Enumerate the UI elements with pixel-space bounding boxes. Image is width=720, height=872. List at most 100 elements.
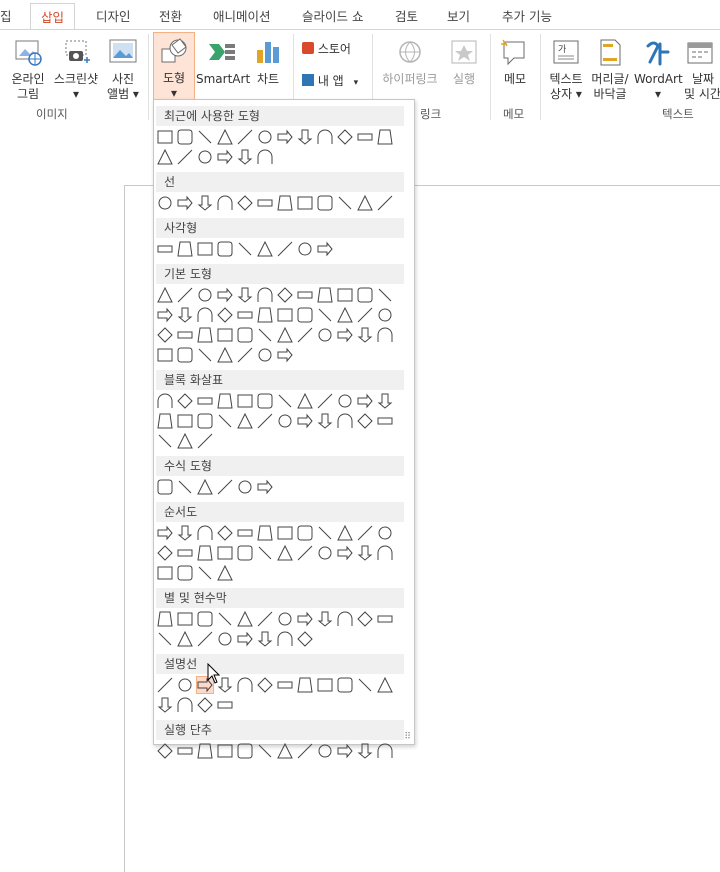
shape-option-icon[interactable] [277, 525, 293, 541]
shape-option-icon[interactable] [237, 525, 253, 541]
shape-option-icon[interactable] [357, 413, 373, 429]
shape-option-icon[interactable] [297, 195, 313, 211]
tab-home[interactable]: 집 [0, 6, 12, 25]
shape-option-icon[interactable] [257, 149, 273, 165]
shape-option-icon[interactable] [157, 393, 173, 409]
shape-option-icon[interactable] [297, 241, 313, 257]
shape-option-icon[interactable] [377, 327, 393, 343]
shape-option-icon[interactable] [217, 565, 233, 581]
shape-option-icon[interactable] [377, 743, 393, 759]
shape-option-icon[interactable] [357, 525, 373, 541]
tab-slideshow[interactable]: 슬라이드 쇼 [302, 6, 363, 25]
shape-option-icon[interactable] [197, 611, 213, 627]
shape-option-icon[interactable] [157, 631, 173, 647]
shape-option-icon[interactable] [237, 413, 253, 429]
shape-option-icon[interactable] [237, 241, 253, 257]
shape-option-icon[interactable] [177, 479, 193, 495]
shape-option-icon[interactable] [357, 195, 373, 211]
shape-option-icon[interactable] [177, 149, 193, 165]
shape-option-icon[interactable] [297, 307, 313, 323]
shape-option-icon[interactable] [257, 611, 273, 627]
shape-option-icon[interactable] [157, 327, 173, 343]
shape-option-icon[interactable] [277, 631, 293, 647]
shape-option-icon[interactable] [157, 611, 173, 627]
shape-option-icon[interactable] [317, 545, 333, 561]
action-button[interactable]: 실행 [444, 38, 484, 87]
shape-option-icon[interactable] [177, 195, 193, 211]
shape-option-icon[interactable] [177, 347, 193, 363]
shape-option-icon[interactable] [197, 347, 213, 363]
shape-option-icon[interactable] [257, 307, 273, 323]
shape-option-icon[interactable] [177, 327, 193, 343]
online-pictures-button[interactable]: 온라인 그림 [6, 38, 50, 102]
shape-option-icon[interactable] [377, 393, 393, 409]
smartart-button[interactable]: SmartArt [196, 38, 250, 87]
tab-review[interactable]: 검토 [395, 6, 418, 25]
shape-option-icon[interactable] [157, 525, 173, 541]
shape-option-icon[interactable] [277, 129, 293, 145]
shape-option-icon[interactable] [177, 525, 193, 541]
shape-option-icon[interactable] [217, 393, 233, 409]
shape-option-icon[interactable] [197, 241, 213, 257]
shape-option-icon[interactable] [197, 413, 213, 429]
shape-option-icon[interactable] [257, 393, 273, 409]
shape-option-icon[interactable] [297, 413, 313, 429]
shape-option-icon[interactable] [317, 611, 333, 627]
shape-option-icon[interactable] [217, 545, 233, 561]
shape-option-icon[interactable] [317, 393, 333, 409]
my-apps-button[interactable]: 내 앱 ▾ [302, 74, 368, 91]
shape-option-icon[interactable] [337, 307, 353, 323]
tab-view[interactable]: 보기 [447, 6, 470, 25]
shape-option-icon[interactable] [217, 195, 233, 211]
shape-option-icon[interactable] [177, 545, 193, 561]
shape-option-icon[interactable] [217, 149, 233, 165]
shape-option-icon[interactable] [357, 307, 373, 323]
shape-option-icon[interactable] [257, 631, 273, 647]
shape-option-icon[interactable] [277, 241, 293, 257]
shape-option-icon[interactable] [157, 545, 173, 561]
shape-option-icon[interactable] [337, 525, 353, 541]
shape-option-icon[interactable] [317, 413, 333, 429]
shape-option-icon[interactable] [257, 677, 273, 693]
shape-option-icon[interactable] [297, 287, 313, 303]
store-button[interactable]: 스토어 [302, 42, 362, 57]
tab-transitions[interactable]: 전환 [159, 6, 182, 25]
tab-animations[interactable]: 애니메이션 [213, 6, 271, 25]
shape-option-icon[interactable] [177, 241, 193, 257]
shape-option-icon[interactable] [377, 413, 393, 429]
shape-option-icon[interactable] [237, 743, 253, 759]
shape-option-icon[interactable] [237, 287, 253, 303]
shape-option-icon[interactable] [217, 631, 233, 647]
shape-option-icon[interactable] [177, 677, 193, 693]
shape-option-icon[interactable] [157, 241, 173, 257]
shape-option-icon[interactable] [237, 149, 253, 165]
shape-option-icon[interactable] [177, 631, 193, 647]
shape-option-icon[interactable] [217, 307, 233, 323]
shape-option-icon[interactable] [277, 743, 293, 759]
shape-option-icon[interactable] [157, 347, 173, 363]
shape-option-icon[interactable] [197, 307, 213, 323]
shape-option-icon[interactable] [377, 677, 393, 693]
shape-option-icon[interactable] [237, 677, 253, 693]
shape-option-icon[interactable] [277, 413, 293, 429]
shape-option-icon[interactable] [297, 743, 313, 759]
shape-option-icon[interactable] [377, 611, 393, 627]
screenshot-button[interactable]: 스크린샷 ▾ [50, 38, 102, 102]
shape-option-icon[interactable] [277, 393, 293, 409]
tab-insert[interactable]: 삽입 [30, 3, 76, 30]
shape-option-icon[interactable] [197, 287, 213, 303]
shape-option-icon[interactable] [257, 347, 273, 363]
shape-option-icon[interactable] [157, 433, 173, 449]
shape-option-icon[interactable] [277, 611, 293, 627]
shape-option-icon[interactable] [297, 545, 313, 561]
shape-option-icon[interactable] [197, 479, 213, 495]
shape-option-icon[interactable] [157, 413, 173, 429]
textbox-button[interactable]: 가 텍스트 상자 ▾ [546, 38, 586, 102]
shape-option-icon[interactable] [197, 565, 213, 581]
shape-option-icon[interactable] [377, 287, 393, 303]
comment-button[interactable]: 메모 [498, 38, 532, 87]
shape-option-icon[interactable] [197, 393, 213, 409]
shape-option-icon[interactable] [337, 287, 353, 303]
shape-option-icon[interactable] [317, 241, 333, 257]
shape-option-icon[interactable] [357, 611, 373, 627]
